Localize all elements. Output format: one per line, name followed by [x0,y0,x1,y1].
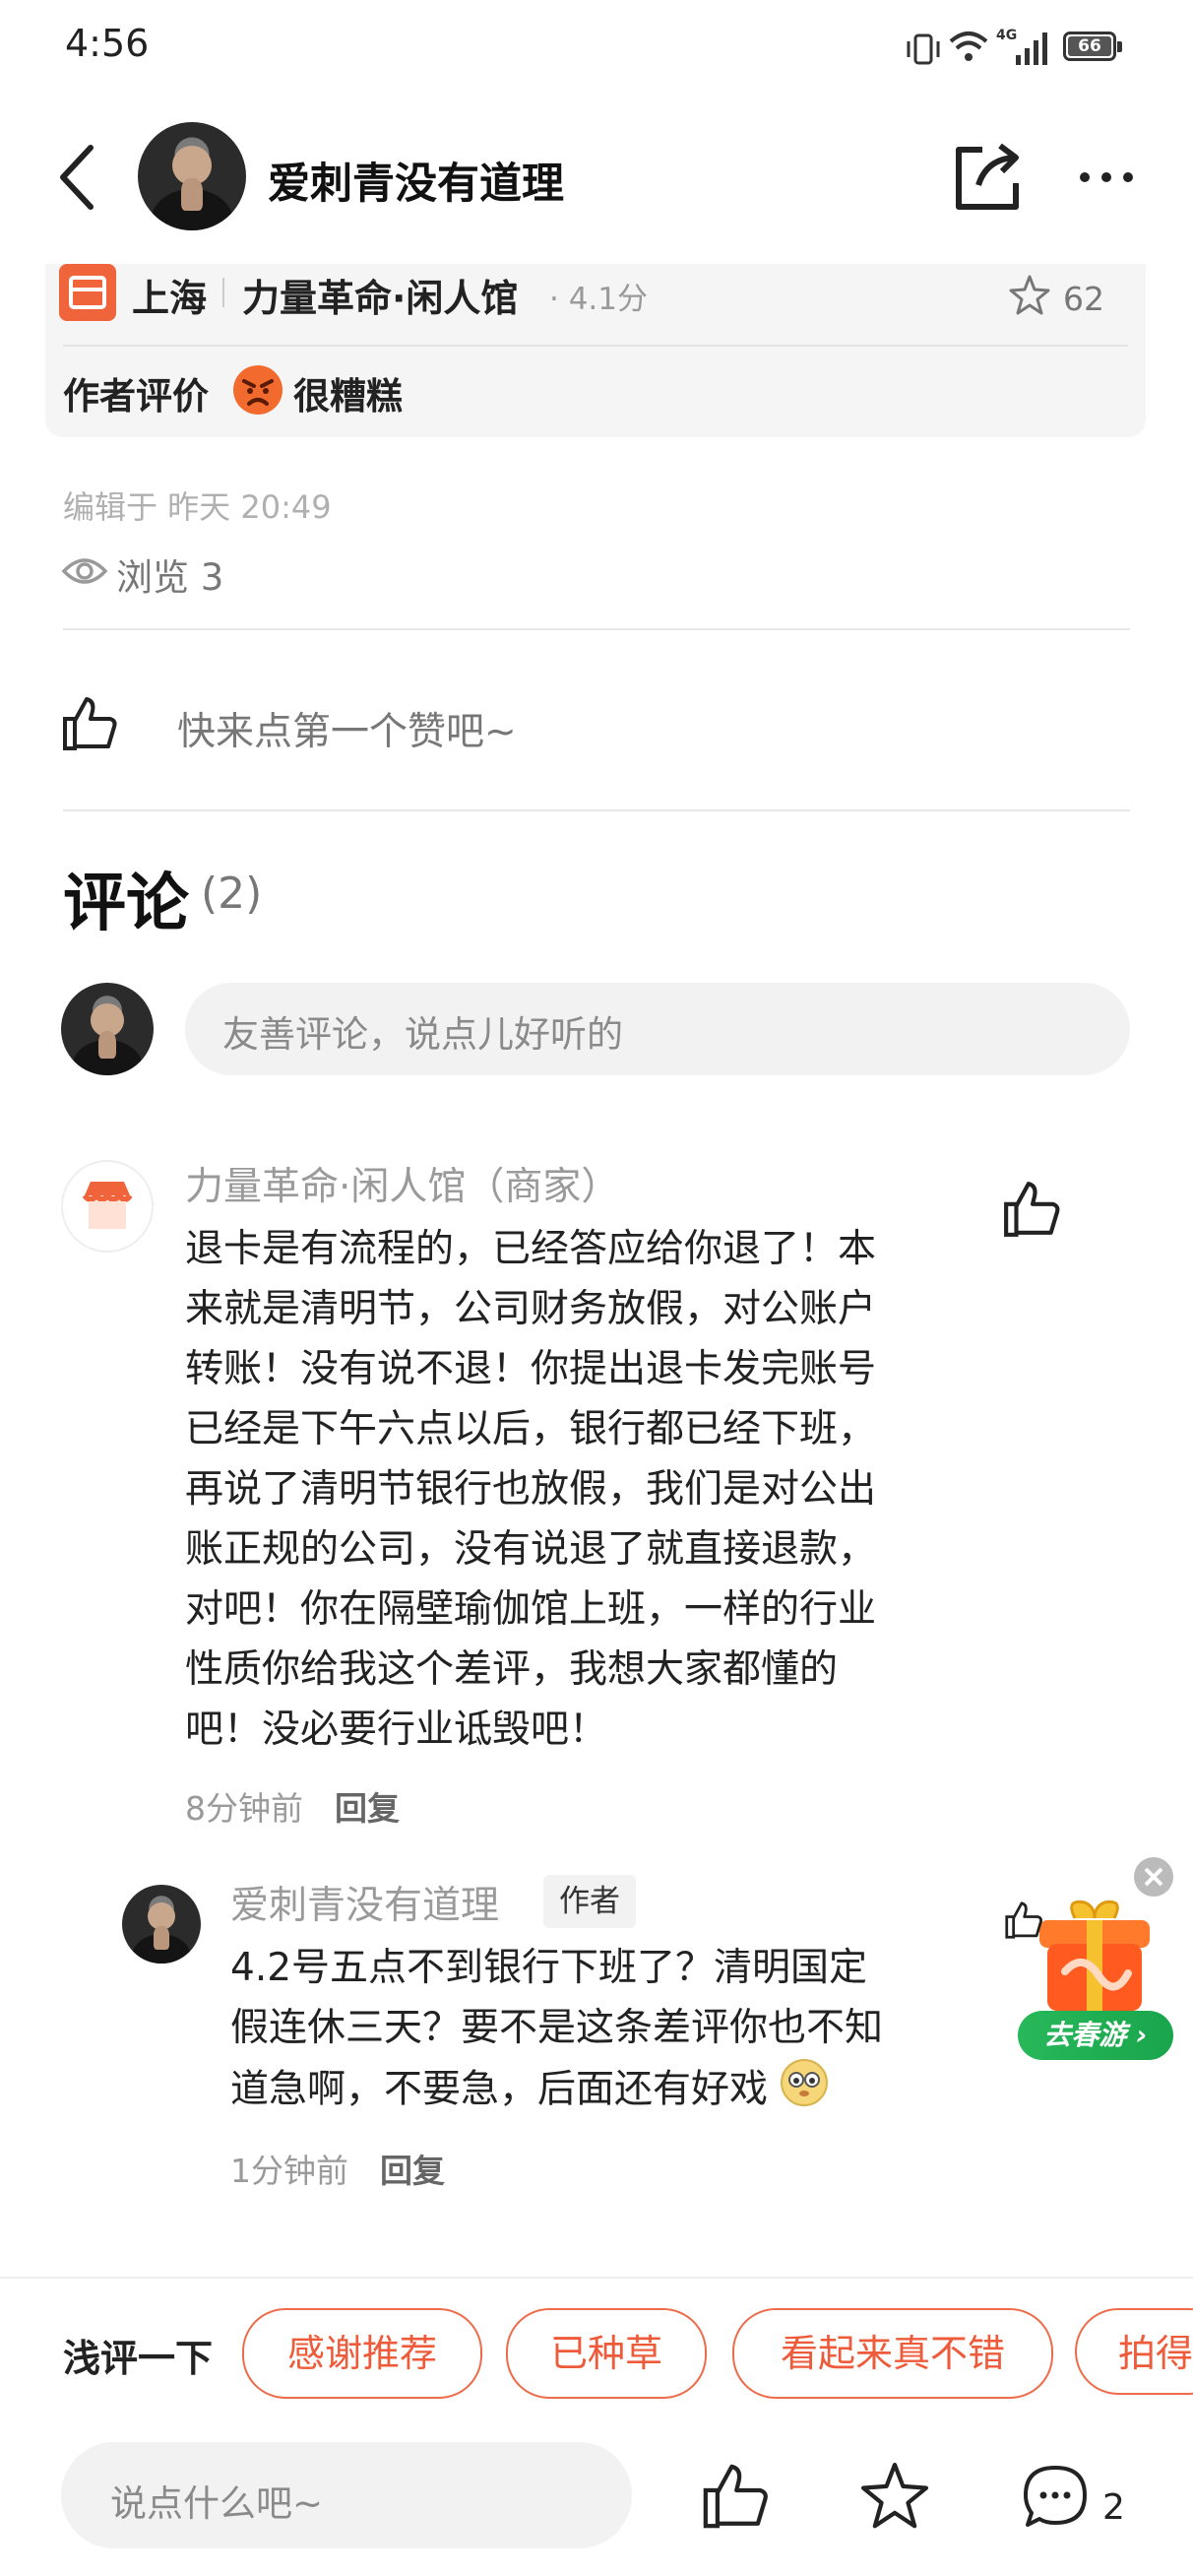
battery-level: 66 [1068,36,1111,56]
thumbs-up-icon[interactable] [61,695,118,756]
back-icon[interactable] [51,142,106,213]
comment-line: 道急啊，不要急，后面还有好戏 [230,2058,1018,2125]
rating-value: 很糟糕 [293,375,403,418]
quick-review-chip[interactable]: 感谢推荐 [242,2308,482,2399]
reply-button[interactable]: 回复 [335,1782,400,1830]
comment-line: 对吧！你在隔壁瑜伽馆上班，一样的行业 [185,1587,877,1632]
shop-icon [59,264,116,321]
comment-line: 假连休三天？要不是这条差评你也不知 [230,2006,884,2050]
more-icon[interactable] [1077,167,1136,187]
vibrate-icon [904,30,943,73]
eyes-emoji-icon [780,2058,829,2125]
author-badge: 作者 [543,1875,636,1928]
comment-author[interactable]: 力量革命·闲人馆（商家） [185,1156,619,1211]
comments-title: 评论 [63,868,189,940]
comment-line: 再说了清明节银行也放假，我们是对公出 [185,1467,877,1512]
comment-line: 已经是下午六点以后，银行都已经下班， [185,1407,877,1451]
user-avatar [61,983,154,1075]
rating-label: 作者评价 [63,375,209,418]
shop-city[interactable]: 上海 [132,268,207,322]
comment-button-icon[interactable] [1020,2462,1091,2537]
view-count: 浏览 3 [116,556,224,599]
comment-line: 性质你给我这个差评，我想大家都懂的 [185,1647,839,1692]
comment-like-icon[interactable] [1002,1180,1061,1243]
favorite-count: 62 [1063,280,1104,318]
comment-line: 来就是清明节，公司财务放假，对公账户 [185,1287,877,1331]
divider [222,278,224,307]
card-divider [63,345,1128,347]
wifi-icon [947,28,990,71]
page-title[interactable]: 爱刺青没有道理 [268,150,564,211]
section-divider [63,628,1130,630]
bottom-input-placeholder: 说点什么吧~ [110,2482,324,2525]
promo-widget[interactable]: 去春游 › [1008,1857,1175,2074]
angry-face-icon [232,364,283,419]
star-icon[interactable] [1008,274,1051,321]
promo-label[interactable]: 去春游 › [1018,2011,1173,2060]
section-divider [63,809,1130,811]
comment-line: 转账！没有说不退！你提出退卡发完账号 [185,1347,877,1391]
like-button-icon[interactable] [701,2462,770,2535]
shop-card[interactable]: 上海 力量革命·闲人馆 · 4.1分 62 作者评价 很糟糕 [45,264,1146,437]
battery-icon: 66 [1063,32,1122,61]
reply-time: 1分钟前 [230,2152,348,2190]
share-icon[interactable] [951,138,1024,213]
favorite-button-icon[interactable] [858,2460,931,2537]
comment-count: 2 [1102,2487,1125,2528]
quick-review-chip[interactable]: 看起来真不错 [732,2308,1053,2399]
comment-time: 8分钟前 [185,1789,303,1828]
comment-line: 吧！没必要行业诋毁吧！ [185,1707,608,1752]
status-time: 4:56 [65,22,150,65]
shop-name[interactable]: 力量革命·闲人馆 [242,268,518,322]
gift-box-icon [1026,1897,1163,2019]
like-prompt: 快来点第一个赞吧~ [177,710,517,754]
author-avatar[interactable] [138,122,246,230]
comment-input[interactable]: 友善评论，说点儿好听的 [185,983,1130,1075]
bottom-input[interactable]: 说点什么吧~ [61,2442,632,2548]
reply-author-name[interactable]: 爱刺青没有道理 [230,1875,499,1930]
comment-line: 账正规的公司，没有说退了就直接退款， [185,1527,877,1572]
shop-score: · 4.1分 [549,282,649,317]
quick-review-chip[interactable]: 已种草 [506,2308,707,2399]
comment-line: 4.2号五点不到银行下班了？清明国定 [230,1946,868,1990]
quick-review-chip[interactable]: 拍得 [1075,2308,1193,2395]
edit-time: 编辑于 昨天 20:49 [63,488,332,526]
reply-reply-button[interactable]: 回复 [380,2145,445,2192]
comment-line-text: 道急啊，不要急，后面还有好戏 [230,2067,769,2112]
comment-input-placeholder: 友善评论，说点儿好听的 [222,1013,623,1056]
comment-line: 退卡是有流程的，已经答应给你退了！本 [185,1227,877,1271]
reply-like-icon[interactable] [1004,1900,1043,1944]
quick-review-label: 浅评一下 [63,2337,214,2380]
reply-text: 4.2号五点不到银行下班了？清明国定 假连休三天？要不是这条差评你也不知 道急啊… [230,1938,1018,2125]
merchant-avatar[interactable] [61,1160,154,1253]
eye-icon [61,549,108,597]
comments-count: (2) [201,869,263,919]
status-bar: 4:56 4G 66 [0,0,1193,98]
comment-text: 退卡是有流程的，已经答应给你退了！本 来就是清明节，公司财务放假，对公账户 转账… [185,1219,992,1760]
promo-close-icon[interactable] [1134,1857,1173,1897]
reply-author-avatar[interactable] [122,1885,201,1964]
signal-icon [1014,30,1051,71]
